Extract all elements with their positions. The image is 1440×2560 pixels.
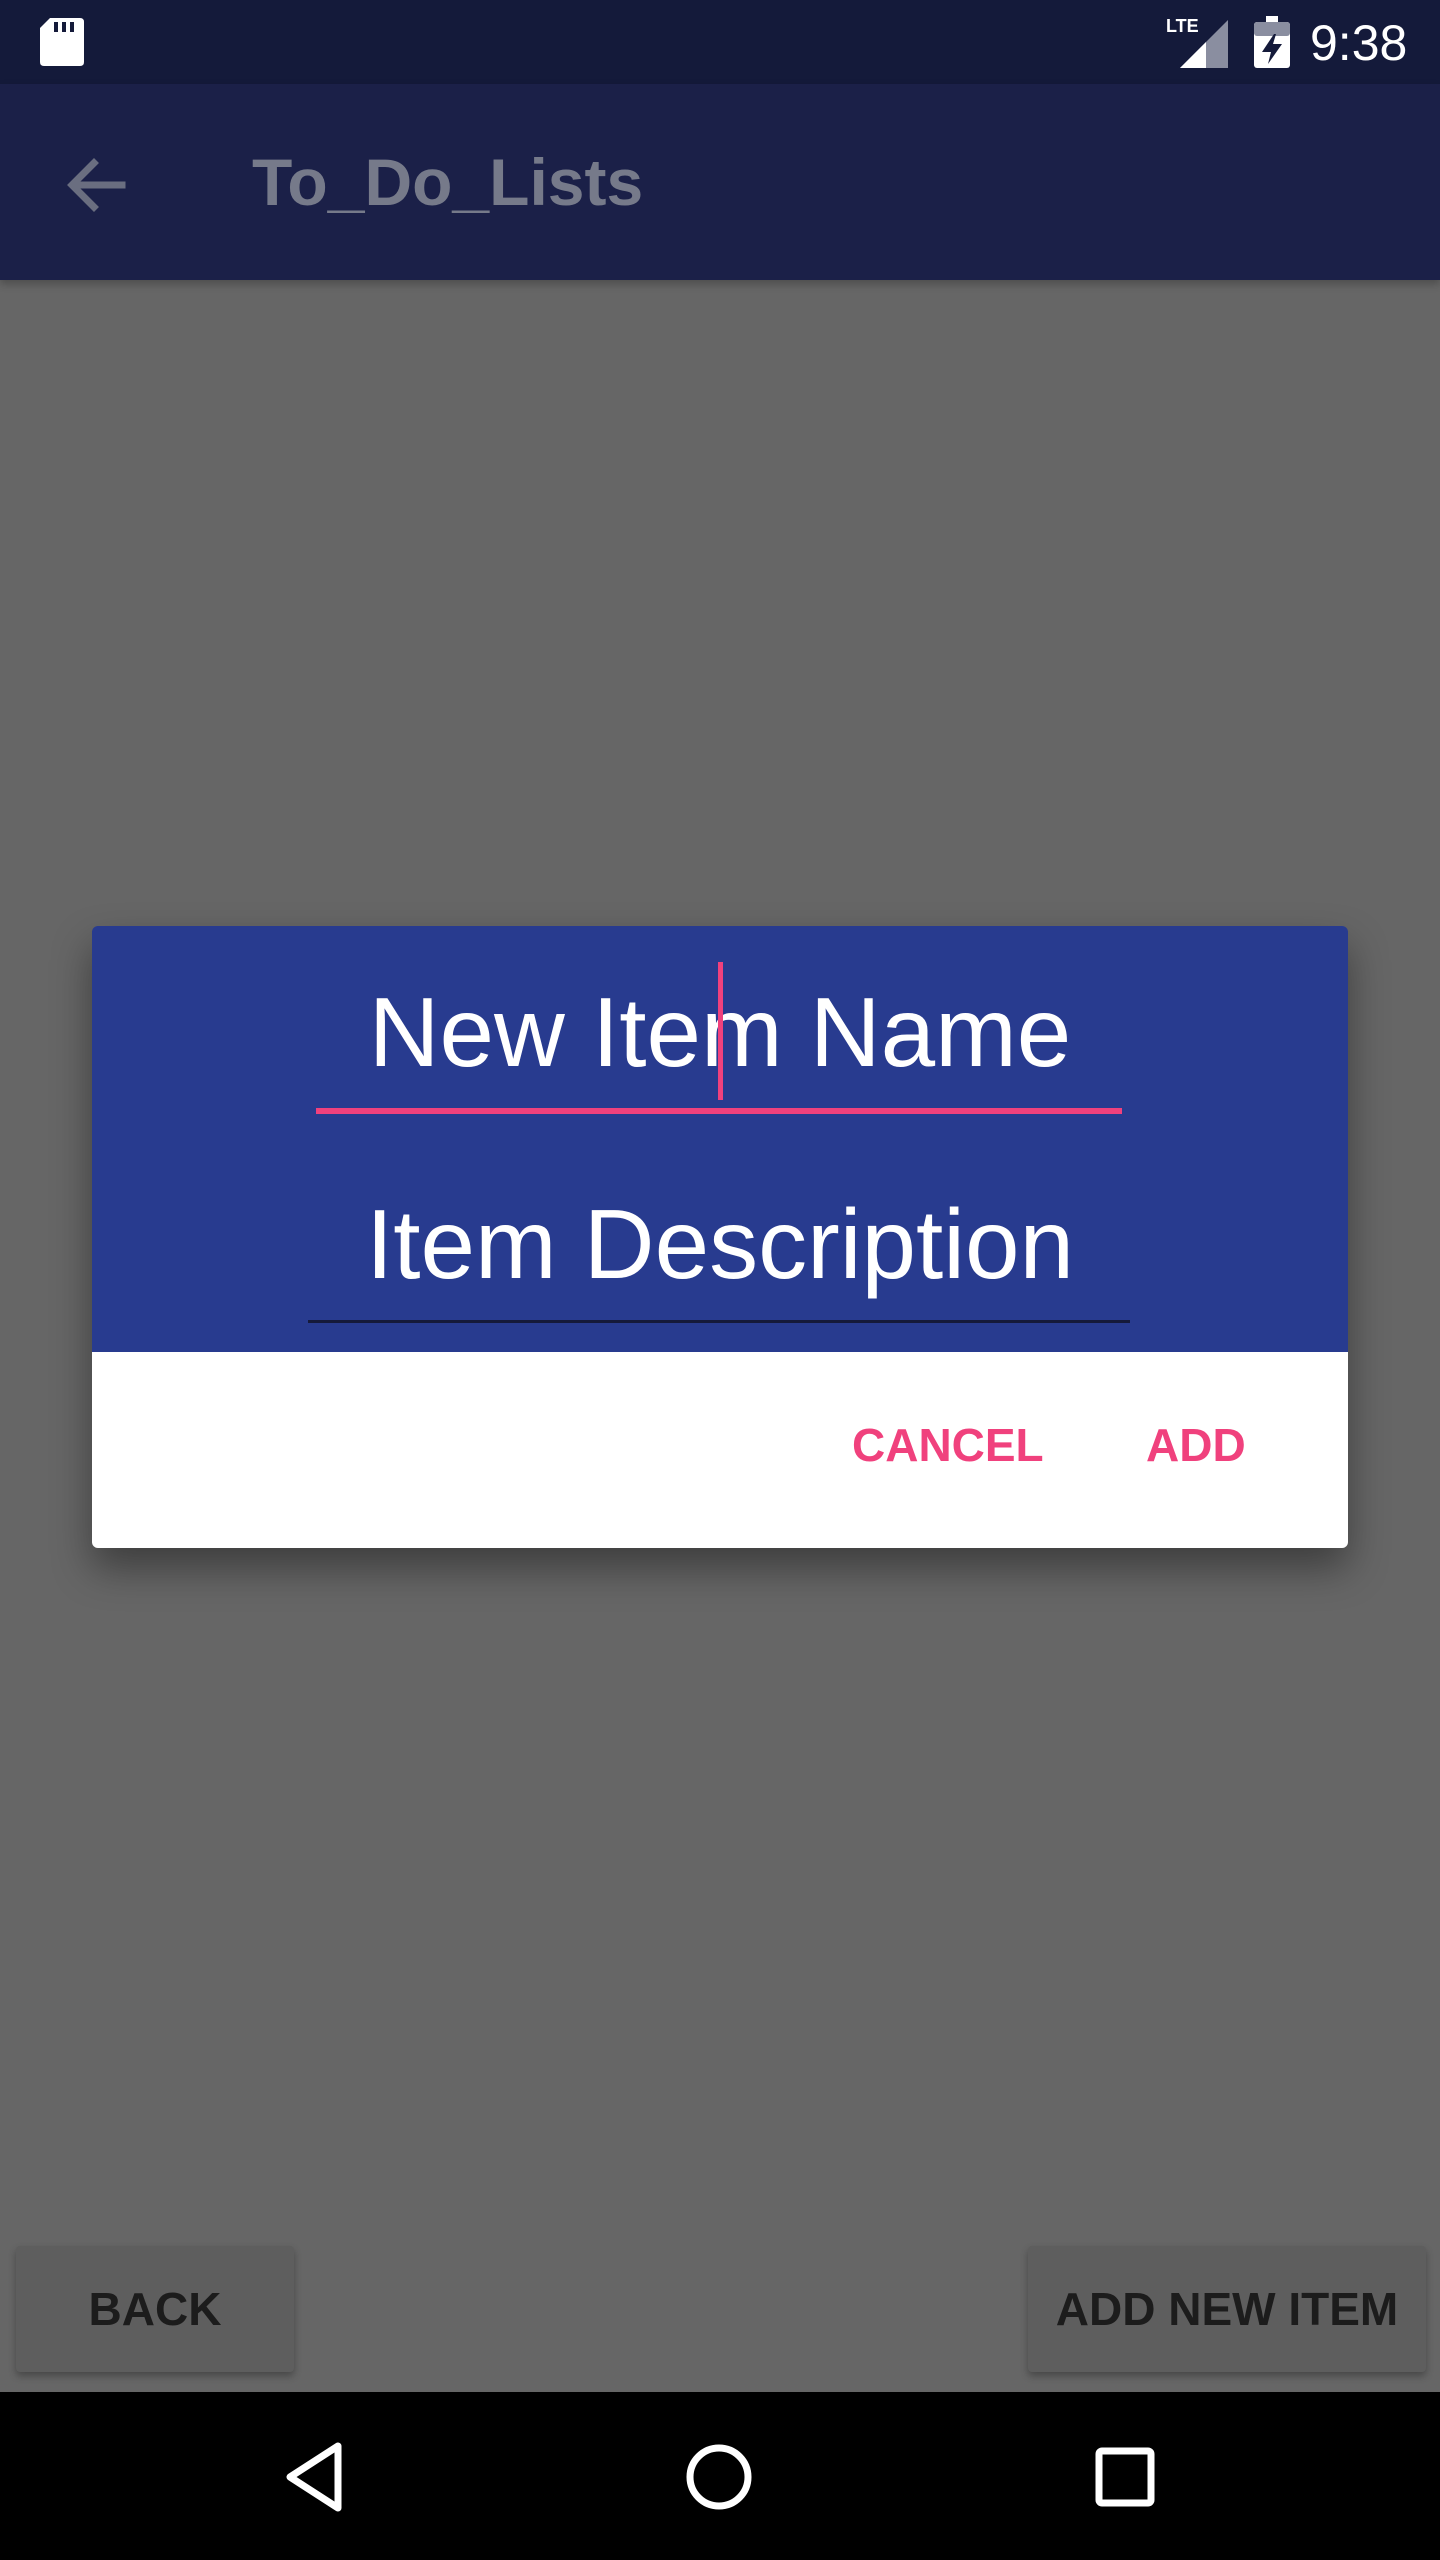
- app-bar: To_Do_Lists: [0, 84, 1440, 280]
- cancel-button[interactable]: CANCEL: [852, 1418, 1044, 1472]
- text-cursor: [718, 962, 723, 1100]
- dialog-fields-area: New Item Name Item Description: [92, 926, 1348, 1352]
- clock: 9:38: [1310, 15, 1408, 71]
- navigation-bar: [0, 2392, 1440, 2560]
- network-label: LTE: [1166, 16, 1199, 36]
- nav-home-icon[interactable]: [674, 2432, 764, 2522]
- nav-back-icon[interactable]: [270, 2432, 360, 2522]
- add-button[interactable]: ADD: [1146, 1418, 1246, 1472]
- item-description-underline: [308, 1320, 1130, 1323]
- add-new-item-button[interactable]: ADD NEW ITEM: [1028, 2246, 1426, 2372]
- lte-signal-icon: LTE: [1166, 16, 1228, 68]
- dialog-actions: CANCEL ADD: [92, 1352, 1348, 1548]
- back-button[interactable]: BACK: [16, 2246, 294, 2372]
- arrow-left-icon[interactable]: [60, 148, 134, 222]
- battery-charging-icon: [1254, 16, 1290, 68]
- sd-card-icon: [40, 18, 84, 66]
- page-title: To_Do_Lists: [252, 145, 644, 219]
- item-name-underline: [316, 1108, 1122, 1114]
- status-bar: LTE 9:38: [0, 0, 1440, 84]
- nav-recent-icon[interactable]: [1080, 2432, 1170, 2522]
- item-description-input[interactable]: Item Description: [92, 1188, 1348, 1301]
- new-item-dialog: New Item Name Item Description CANCEL AD…: [92, 926, 1348, 1548]
